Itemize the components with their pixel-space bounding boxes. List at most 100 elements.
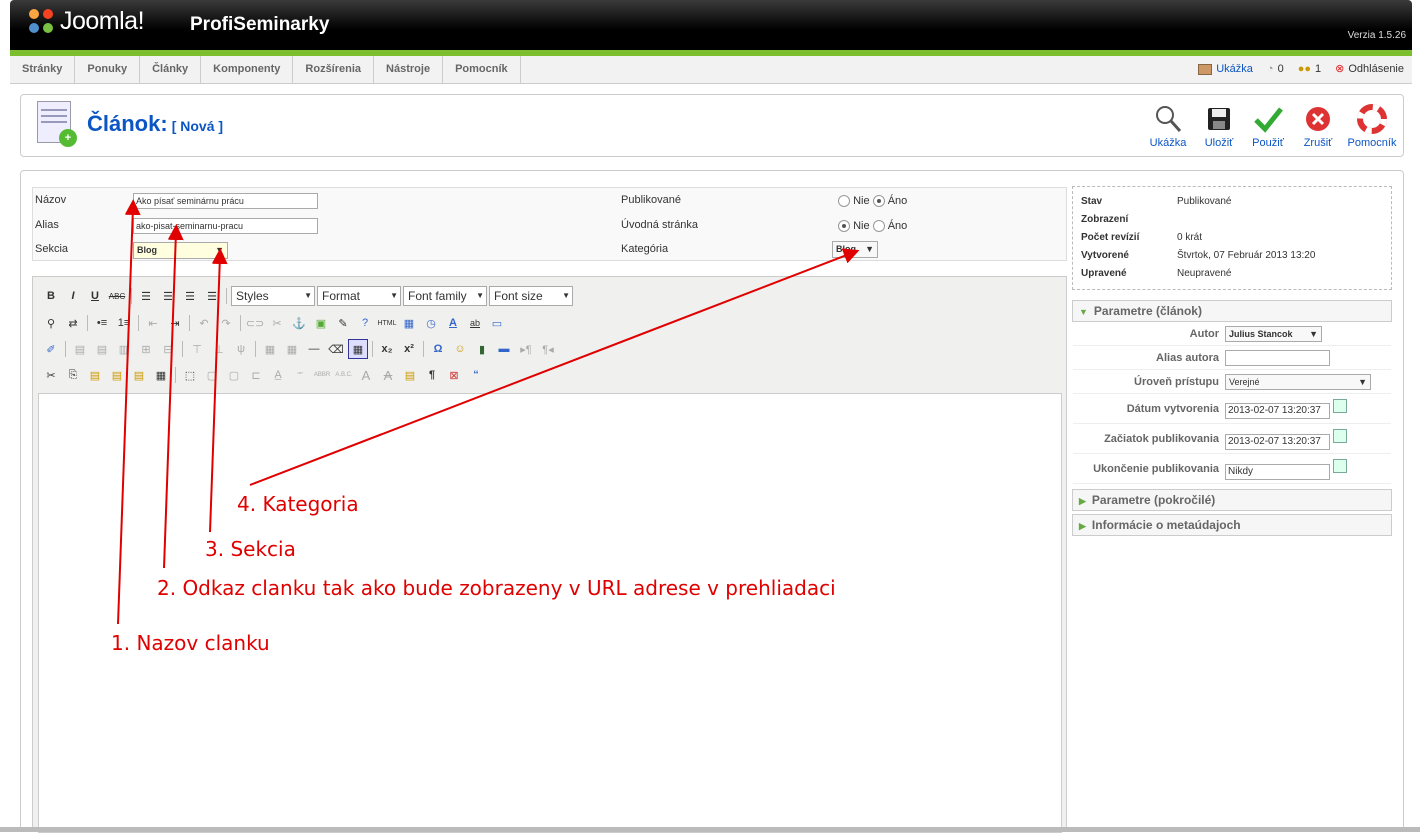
link-icon[interactable]: ⊂⊃ — [245, 313, 265, 333]
menu-item-extensions[interactable]: Rozšírenia — [293, 56, 375, 83]
editor-content-area[interactable] — [38, 393, 1062, 833]
replace-icon[interactable]: ⇄ — [63, 313, 83, 333]
format-select[interactable]: Format ▼ — [317, 286, 401, 306]
published-yes-radio[interactable] — [872, 195, 885, 208]
created-date-input[interactable]: 2013-02-07 13:20:37 — [1225, 403, 1330, 419]
align-center-icon[interactable]: ☰ — [158, 286, 178, 306]
menu-item-pages[interactable]: Stránky — [10, 56, 76, 83]
logout-link[interactable]: ⊗ Odhlásenie — [1335, 56, 1404, 83]
section-select[interactable]: Blog ▼ — [133, 242, 228, 259]
highlight-color-icon[interactable]: ab — [465, 313, 485, 333]
quote-icon[interactable]: “” — [290, 365, 310, 385]
horizontal-rule-icon[interactable]: — — [304, 339, 324, 359]
preview-link[interactable]: Ukážka — [1198, 56, 1253, 83]
non-break-icon[interactable]: A̲ — [268, 365, 288, 385]
insert-layer-icon[interactable]: ▤ — [70, 339, 90, 359]
calendar-icon[interactable] — [1333, 399, 1347, 413]
visual-aid-icon[interactable]: ⊟ — [158, 339, 178, 359]
numbered-list-icon[interactable]: 1≡ — [114, 313, 134, 333]
strikethrough-icon[interactable]: ABC — [107, 286, 127, 306]
author-select[interactable]: Julius Stancok ▼ — [1225, 326, 1322, 342]
indent-icon[interactable]: ⇥ — [165, 313, 185, 333]
anchor-icon[interactable]: ⚓ — [289, 313, 309, 333]
attributes-icon[interactable]: ▤ — [400, 365, 420, 385]
users-count[interactable]: ●● 1 — [1298, 56, 1321, 83]
styles-select[interactable]: Styles ▼ — [231, 286, 315, 306]
ltr-icon[interactable]: ▸¶ — [516, 339, 536, 359]
select-all-icon[interactable]: ▦ — [151, 365, 171, 385]
insert-after-icon[interactable]: ▢ — [224, 365, 244, 385]
alias-input[interactable]: ako-pisat-seminarnu-pracu — [133, 218, 318, 234]
menu-item-menus[interactable]: Ponuky — [75, 56, 141, 83]
insertion-icon[interactable]: A — [356, 365, 376, 385]
help-button[interactable]: Pomocník — [1347, 103, 1397, 149]
text-color-icon[interactable]: A — [443, 313, 463, 333]
abbreviation-icon[interactable]: ABBR — [312, 365, 332, 385]
align-justify-icon[interactable]: ☰ — [202, 286, 222, 306]
italic-icon[interactable]: I — [63, 286, 83, 306]
rtl-icon[interactable]: ¶◂ — [538, 339, 558, 359]
publish-up-input[interactable]: 2013-02-07 13:20:37 — [1225, 434, 1330, 450]
bold-icon[interactable]: B — [41, 286, 61, 306]
metadata-info-header[interactable]: ▶ Informácie o metaúdajoch — [1072, 514, 1392, 536]
insert-before-icon[interactable]: ▢ — [202, 365, 222, 385]
font-family-select[interactable]: Font family ▼ — [403, 286, 487, 306]
page-break-icon[interactable]: ⊠ — [444, 365, 464, 385]
align-left-icon[interactable]: ☰ — [136, 286, 156, 306]
paragraph-icon[interactable]: ¶ — [422, 365, 442, 385]
apply-button[interactable]: Použiť — [1243, 103, 1293, 149]
outdent-icon[interactable]: ⇤ — [143, 313, 163, 333]
title-input[interactable]: Ako písať seminárnu prácu — [133, 193, 318, 209]
fullscreen-icon[interactable]: ▭ — [487, 313, 507, 333]
blockquote-icon[interactable]: “ — [466, 365, 486, 385]
align-right-icon[interactable]: ☰ — [180, 286, 200, 306]
edit-css-icon[interactable]: ✐ — [41, 339, 61, 359]
save-button[interactable]: Uložiť — [1194, 103, 1244, 149]
publish-down-input[interactable]: Nikdy — [1225, 464, 1330, 480]
menu-item-components[interactable]: Komponenty — [201, 56, 294, 83]
special-char-icon[interactable]: Ω — [428, 339, 448, 359]
params-article-header[interactable]: ▼ Parametre (článok) — [1072, 300, 1392, 322]
absolute-icon[interactable]: ⊞ — [136, 339, 156, 359]
published-no-radio[interactable] — [838, 195, 850, 208]
bullet-list-icon[interactable]: •≡ — [92, 313, 112, 333]
html-icon[interactable]: HTML — [377, 313, 397, 333]
preview-button[interactable]: Ukážka — [1143, 103, 1193, 149]
delete-table-icon[interactable]: ▦ — [282, 339, 302, 359]
insert-hr-icon[interactable]: ▬ — [494, 339, 514, 359]
frontpage-no-radio[interactable] — [838, 220, 850, 233]
deletion-icon[interactable]: A — [378, 365, 398, 385]
author-alias-input[interactable] — [1225, 350, 1330, 366]
move-forward-icon[interactable]: ▤ — [92, 339, 112, 359]
paste-icon[interactable]: ▤ — [85, 365, 105, 385]
menu-item-help[interactable]: Pomocník — [443, 56, 521, 83]
image-icon[interactable]: ▣ — [311, 313, 331, 333]
access-select[interactable]: Verejné ▼ — [1225, 374, 1371, 390]
split-cell-icon[interactable]: ψ — [231, 339, 251, 359]
menu-item-tools[interactable]: Nástroje — [374, 56, 444, 83]
calendar-icon[interactable] — [1333, 429, 1347, 443]
undo-icon[interactable]: ↶ — [194, 313, 214, 333]
underline-icon[interactable]: U — [85, 286, 105, 306]
paste-word-icon[interactable]: ▤ — [129, 365, 149, 385]
move-backward-icon[interactable]: ▥ — [114, 339, 134, 359]
eraser-icon[interactable]: ⌫ — [326, 339, 346, 359]
help-icon[interactable]: ? — [355, 313, 375, 333]
superscript-icon[interactable]: x² — [399, 339, 419, 359]
cancel-button[interactable]: Zrušiť — [1293, 103, 1343, 149]
table-col-icon[interactable]: ⊥ — [209, 339, 229, 359]
visual-blocks-icon[interactable]: ⬚ — [180, 365, 200, 385]
emoticon-icon[interactable]: ☺ — [450, 339, 470, 359]
table-icon[interactable]: ▦ — [348, 339, 368, 359]
paste-text-icon[interactable]: ▤ — [107, 365, 127, 385]
insert-date-icon[interactable]: ▦ — [399, 313, 419, 333]
unlink-icon[interactable]: ✂ — [267, 313, 287, 333]
insert-time-icon[interactable]: ◷ — [421, 313, 441, 333]
merge-cell-icon[interactable]: ▦ — [260, 339, 280, 359]
media-icon[interactable]: ▮ — [472, 339, 492, 359]
calendar-icon[interactable] — [1333, 459, 1347, 473]
font-size-select[interactable]: Font size ▼ — [489, 286, 573, 306]
copy-icon[interactable]: ⎘ — [63, 365, 83, 385]
subscript-icon[interactable]: x₂ — [377, 339, 397, 359]
redo-icon[interactable]: ↷ — [216, 313, 236, 333]
